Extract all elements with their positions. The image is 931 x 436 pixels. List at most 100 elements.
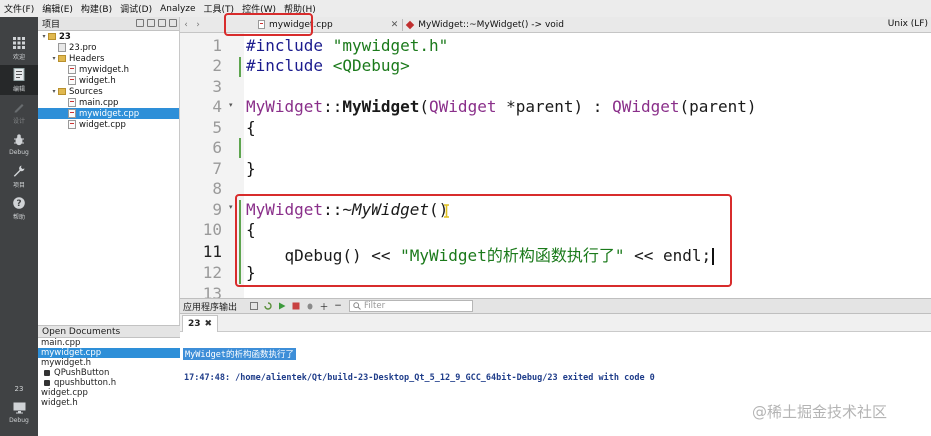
- folder-icon: [58, 88, 66, 95]
- rerun-icon[interactable]: [263, 301, 273, 311]
- h-file-icon: [68, 76, 76, 85]
- editor-toolbar: ‹ › mywidget.cpp ✕ MyWidget::~MyWidget()…: [180, 17, 931, 33]
- output-toggle-icon[interactable]: [249, 301, 259, 311]
- change-marker: [239, 138, 241, 158]
- mode-welcome[interactable]: 欢迎: [0, 33, 38, 63]
- line-number: 5: [212, 118, 222, 137]
- tree-item[interactable]: widget.cpp: [38, 119, 179, 130]
- folder-icon: [58, 55, 66, 62]
- attach-debugger-icon[interactable]: [305, 301, 315, 311]
- folder-icon: [48, 33, 56, 40]
- tree-item[interactable]: ▾ Sources: [38, 86, 179, 97]
- code-line-5: {: [246, 118, 256, 137]
- output-tab-23[interactable]: 23 ✖: [182, 315, 219, 332]
- cpp-file-icon: [68, 120, 76, 129]
- menu-item[interactable]: Analyze: [160, 4, 195, 14]
- menu-item[interactable]: 文件(F): [4, 2, 34, 15]
- symbol-label: MyWidget::~MyWidget() -> void: [418, 19, 564, 30]
- run-icon[interactable]: [277, 301, 287, 311]
- menu-bar: 文件(F) 编辑(E) 构建(B) 调试(D) Analyze 工具(T) 控件(W) 帮助(…: [0, 0, 931, 17]
- fold-marker-icon[interactable]: ▾: [229, 101, 233, 109]
- tree-item-label: mywidget.h: [79, 64, 130, 75]
- open-document-item[interactable]: widget.cpp: [38, 388, 180, 398]
- output-title: 应用程序输出: [183, 302, 238, 313]
- mode-debug[interactable]: Debug: [0, 129, 38, 159]
- tree-item-label: 23.pro: [69, 42, 97, 53]
- kit-selector[interactable]: Debug: [0, 395, 38, 429]
- zoom-out-icon[interactable]: −: [333, 301, 343, 311]
- h-file-icon: [68, 65, 76, 74]
- zoom-in-icon[interactable]: ＋: [319, 301, 329, 313]
- mode-projects[interactable]: 项目: [0, 161, 38, 191]
- menu-item[interactable]: 调试(D): [120, 2, 152, 15]
- open-document-item[interactable]: QPushButton: [38, 368, 180, 378]
- mode-label: Debug: [9, 148, 29, 156]
- wrench-icon: [12, 164, 26, 178]
- filter-icon[interactable]: [136, 19, 144, 27]
- menu-item[interactable]: 帮助(H): [284, 2, 316, 15]
- close-pane-icon[interactable]: [169, 19, 177, 27]
- open-document-item[interactable]: main.cpp: [38, 338, 180, 348]
- mouse-ibeam-icon: [444, 204, 449, 218]
- fold-marker-icon[interactable]: ▾: [229, 203, 233, 211]
- document-name: mywidget.cpp: [269, 19, 333, 30]
- output-filter-input[interactable]: Filter: [349, 300, 474, 312]
- open-document-item[interactable]: widget.h: [38, 398, 180, 408]
- toolbar-separator: [402, 18, 404, 31]
- output-line-1: MyWidget的析构函数执行了: [183, 348, 296, 360]
- tree-item[interactable]: mywidget.h: [38, 64, 179, 75]
- line-number: 12: [202, 263, 222, 282]
- mode-design[interactable]: 设计: [0, 97, 38, 127]
- forward-arrow-icon[interactable]: ›: [192, 20, 204, 30]
- tree-item[interactable]: widget.h: [38, 75, 179, 86]
- open-documents-header: Open Documents: [38, 325, 180, 338]
- expand-arrow-icon[interactable]: ▾: [40, 33, 48, 40]
- tree-item[interactable]: ▾ Headers: [38, 53, 179, 64]
- stop-icon[interactable]: [291, 301, 301, 311]
- link-icon[interactable]: [147, 19, 155, 27]
- open-document-item[interactable]: qpushbutton.h: [38, 378, 180, 388]
- symbol-selector[interactable]: MyWidget::~MyWidget() -> void: [405, 19, 564, 30]
- menu-item[interactable]: 控件(W): [242, 2, 276, 15]
- tree-item-label: Headers: [69, 53, 105, 64]
- mode-edit[interactable]: 编辑: [0, 65, 38, 95]
- kit-mode-label: Debug: [9, 416, 29, 424]
- tree-item[interactable]: mywidget.cpp: [38, 108, 179, 119]
- pane-toolbar: [136, 19, 177, 27]
- open-document-item[interactable]: mywidget.cpp: [38, 348, 180, 358]
- menu-item[interactable]: 工具(T): [204, 2, 235, 15]
- close-document-icon[interactable]: ✕: [391, 20, 399, 30]
- close-tab-icon[interactable]: ✖: [205, 319, 213, 329]
- line-ending-selector[interactable]: Unix (LF): [888, 19, 928, 29]
- mode-label: 编辑: [12, 85, 25, 93]
- tree-item[interactable]: ▾ 23: [38, 31, 179, 42]
- open-document-label: mywidget.cpp: [41, 348, 102, 358]
- menu-item[interactable]: 编辑(E): [42, 2, 73, 15]
- expand-arrow-icon[interactable]: ▾: [50, 55, 58, 62]
- open-document-label: mywidget.h: [41, 358, 92, 368]
- expand-arrow-icon[interactable]: ▾: [50, 88, 58, 95]
- tree-item[interactable]: 23.pro: [38, 42, 179, 53]
- code-line-11: qDebug() << "MyWidget的析构函数执行了" << endl;: [246, 242, 715, 266]
- mode-help[interactable]: ? 帮助: [0, 193, 38, 223]
- output-toolbar: 应用程序输出 ＋ − Filter: [180, 298, 931, 314]
- back-arrow-icon[interactable]: ‹: [180, 20, 192, 30]
- help-icon: ?: [12, 196, 26, 210]
- code-line-9: MyWidget::~MyWidget(): [246, 200, 449, 219]
- bug-icon: [12, 133, 26, 147]
- tree-item[interactable]: main.cpp: [38, 97, 179, 108]
- project-pane-header: 项目: [38, 17, 179, 31]
- line-number: 10: [202, 220, 222, 239]
- menu-item[interactable]: 构建(B): [81, 2, 112, 15]
- pro-file-icon: [58, 43, 66, 52]
- code-line-10: {: [246, 220, 256, 239]
- open-document-label: widget.cpp: [41, 388, 88, 398]
- document-selector[interactable]: mywidget.cpp: [254, 17, 337, 32]
- code-line-4: MyWidget::MyWidget(QWidget *parent) : QW…: [246, 97, 757, 116]
- line-number: 11: [202, 242, 222, 261]
- line-number: 3: [212, 77, 222, 96]
- open-document-item[interactable]: mywidget.h: [38, 358, 180, 368]
- split-icon[interactable]: [158, 19, 166, 27]
- code-line-12: }: [246, 263, 256, 282]
- filter-placeholder: Filter: [364, 301, 386, 311]
